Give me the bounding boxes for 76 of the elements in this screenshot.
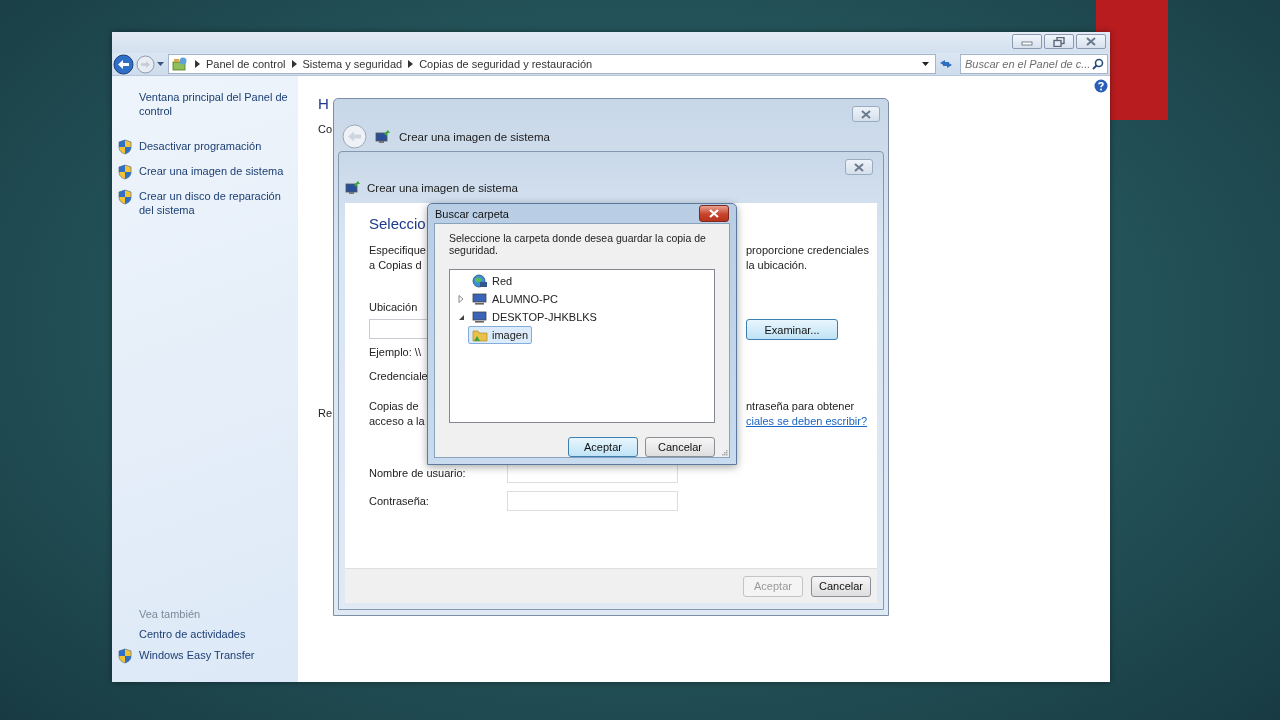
shield-icon <box>118 164 132 180</box>
dialog-title: Crear una imagen de sistema <box>399 130 550 143</box>
tree-item[interactable]: ALUMNO-PC <box>468 291 562 307</box>
sidebar-link[interactable]: Crear una imagen de sistema <box>139 164 291 178</box>
body-text: la ubicación. <box>746 258 809 273</box>
sidebar-link[interactable]: Crear un disco de reparación del sistema <box>139 189 291 217</box>
close-button[interactable] <box>699 205 729 222</box>
resize-grip-icon <box>720 448 728 456</box>
restore-icon <box>1053 36 1065 47</box>
computer-icon <box>472 311 488 323</box>
back-button[interactable] <box>113 53 134 75</box>
breadcrumb-item[interactable]: Sistema y seguridad <box>302 58 403 70</box>
breadcrumb-item[interactable]: Copias de seguridad y restauración <box>419 58 593 70</box>
close-button[interactable] <box>1076 34 1106 49</box>
separator-arrow-icon <box>291 60 297 68</box>
computer-icon <box>472 293 488 305</box>
dropdown-caret-icon[interactable] <box>922 61 929 67</box>
tree-item[interactable]: Red <box>468 272 517 290</box>
sidebar-link[interactable]: Windows Easy Transfer <box>139 648 291 662</box>
shield-icon <box>118 139 132 155</box>
body-text: Seleccione la carpeta donde desea guardar la copia de seguridad. <box>449 232 707 256</box>
input-field[interactable] <box>507 463 678 483</box>
section-heading: Vea también <box>138 608 202 620</box>
browse-button[interactable]: Examinar... <box>746 319 838 340</box>
body-text: Re <box>318 407 333 419</box>
body-text: Especifique <box>369 243 427 258</box>
sidebar-link[interactable]: Desactivar programación <box>139 139 291 153</box>
location-field[interactable] <box>369 319 429 339</box>
expanded-arrow-icon[interactable] <box>458 313 465 321</box>
field-label: Contraseña: <box>369 495 430 507</box>
separator-arrow-icon <box>195 60 200 68</box>
dialog-title: Buscar carpeta <box>435 207 509 220</box>
search-field[interactable]: Buscar en el Panel de c... <box>960 54 1108 74</box>
body-text: a Copias d <box>369 258 423 273</box>
refresh-icon[interactable] <box>938 58 954 70</box>
tree-item[interactable]: DESKTOP-JHKBLKS <box>468 309 601 325</box>
help-icon[interactable] <box>1094 79 1108 93</box>
computer-icon <box>345 181 361 195</box>
cancel-button[interactable]: Cancelar <box>645 437 715 457</box>
page-heading: H <box>318 95 329 113</box>
address-bar[interactable]: Panel de control Sistema y seguridad Copias de seguridad y restauración <box>168 54 936 74</box>
shield-icon <box>118 648 132 664</box>
body-text: Co <box>318 123 333 135</box>
body-text: proporcione credenciales <box>746 243 870 258</box>
help-link[interactable]: ciales se deben escribir? <box>746 415 868 427</box>
close-icon <box>708 209 720 218</box>
close-icon <box>853 162 865 172</box>
shield-icon <box>118 189 132 205</box>
body-text: Credenciale <box>369 369 429 384</box>
caret-icon[interactable] <box>157 61 164 67</box>
computer-icon <box>375 129 391 144</box>
globe-icon <box>472 274 488 288</box>
close-icon <box>860 109 872 119</box>
close-icon <box>1085 37 1097 46</box>
folder-icon <box>472 328 488 342</box>
restore-button[interactable] <box>1044 34 1074 49</box>
body-text: acceso a la <box>369 414 426 429</box>
sidebar-link[interactable]: Ventana principal del Panel de control <box>139 90 291 118</box>
separator-arrow-icon <box>408 60 414 68</box>
breadcrumb-item[interactable]: Panel de control <box>206 58 286 70</box>
search-icon <box>1092 58 1104 70</box>
ok-button[interactable]: Aceptar <box>568 437 638 457</box>
page-heading: Seleccio <box>369 214 426 234</box>
collapsed-arrow-icon[interactable] <box>458 295 464 303</box>
minimize-button[interactable] <box>1012 34 1042 49</box>
panel-icon <box>171 56 189 72</box>
body-text: ntraseña para obtener <box>746 399 856 414</box>
input-field[interactable] <box>507 491 678 511</box>
field-label: Nombre de usuario: <box>369 467 467 479</box>
cancel-button[interactable]: Cancelar <box>811 575 871 597</box>
sidebar-link[interactable]: Centro de actividades <box>139 627 291 641</box>
tree-item[interactable]: imagen <box>468 326 533 344</box>
dialog-title: Crear una imagen de sistema <box>367 182 518 194</box>
body-text: Copias de <box>369 399 420 414</box>
body-text: Ejemplo: \\ <box>369 345 422 360</box>
body-text: Ubicación <box>369 300 419 315</box>
